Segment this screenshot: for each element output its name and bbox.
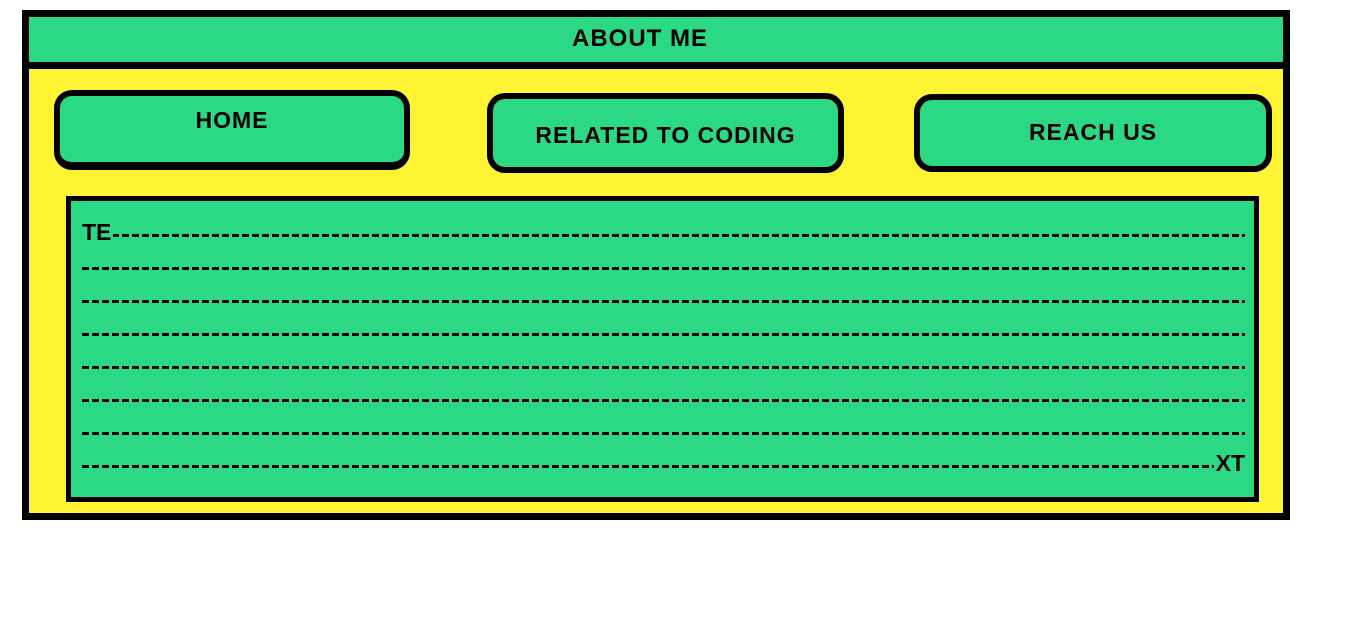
home-button-label: HOME bbox=[195, 106, 269, 133]
dashed-line bbox=[82, 234, 1245, 237]
text-content-area: TE XT bbox=[66, 196, 1259, 502]
text-line bbox=[82, 417, 1245, 450]
reach-us-button[interactable]: REACH US bbox=[914, 94, 1272, 172]
reach-us-button-label: REACH US bbox=[1028, 118, 1158, 145]
dashed-line bbox=[82, 432, 1245, 435]
dashed-line bbox=[82, 267, 1245, 270]
page-title: ABOUT ME bbox=[572, 24, 708, 52]
text-line bbox=[82, 252, 1245, 285]
dashed-line bbox=[82, 366, 1245, 369]
dashed-line bbox=[82, 465, 1245, 468]
dashed-line bbox=[82, 300, 1245, 303]
text-line: XT bbox=[82, 450, 1245, 483]
home-button[interactable]: HOME bbox=[54, 90, 410, 170]
related-to-coding-button-label: RELATED TO CODING bbox=[535, 121, 796, 148]
title-bar: ABOUT ME bbox=[29, 17, 1283, 69]
dashed-line bbox=[82, 399, 1245, 402]
text-line bbox=[82, 318, 1245, 351]
text-start: TE bbox=[82, 219, 114, 245]
main-window: ABOUT ME HOME RELATED TO CODING REACH US… bbox=[22, 10, 1290, 520]
text-end: XT bbox=[1213, 450, 1245, 476]
related-to-coding-button[interactable]: RELATED TO CODING bbox=[487, 93, 844, 173]
text-line bbox=[82, 351, 1245, 384]
dashed-line bbox=[82, 333, 1245, 336]
text-line bbox=[82, 384, 1245, 417]
text-line bbox=[82, 285, 1245, 318]
text-line: TE bbox=[82, 219, 1245, 252]
